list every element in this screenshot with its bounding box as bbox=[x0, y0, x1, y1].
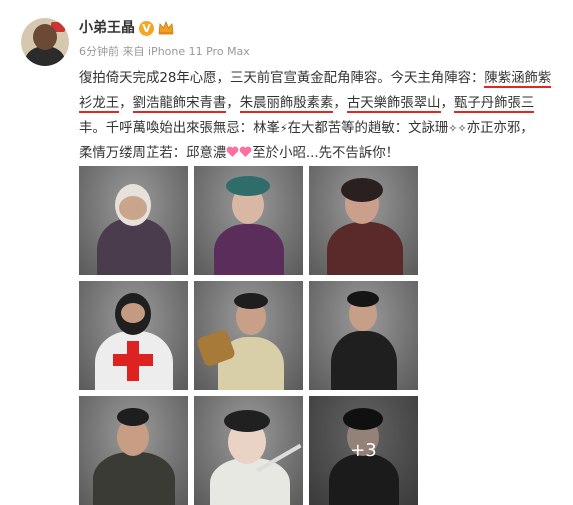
heart-icon bbox=[239, 142, 252, 157]
text-segment: 亦正亦邪， bbox=[466, 121, 534, 136]
post-text: 復拍倚天完成28年心愿，三天前官宣黃金配角陣容。今天主角陣容：陳紫涵飾紫 衫龙王… bbox=[79, 66, 563, 166]
post-meta: 6分钟前 来自 iPhone 11 Pro Max bbox=[79, 45, 250, 59]
verified-badge-icon: V bbox=[139, 20, 154, 36]
underlined-text: 劉浩龍飾宋青書 bbox=[132, 96, 227, 113]
underlined-text: 衫龙王 bbox=[79, 96, 120, 113]
more-photos-count: +3 bbox=[350, 440, 377, 461]
underlined-text: 甄子丹飾張三 bbox=[453, 96, 535, 113]
more-photos-overlay[interactable]: +3 bbox=[309, 396, 418, 505]
text-segment: 在大都苦等的趙敏：文詠珊 bbox=[287, 121, 449, 136]
photo-thumbnail[interactable] bbox=[79, 281, 188, 390]
text-segment: ， bbox=[226, 96, 240, 111]
avatar-head bbox=[33, 24, 57, 50]
text-segment: 丰。千呼萬喚始出來張無忌：林峯 bbox=[79, 121, 280, 136]
underlined-text: 古天樂飾張翠山 bbox=[346, 96, 441, 113]
text-segment: 復拍倚天完成28年心愿，三天前官宣黃金配角陣容。今天主角陣容： bbox=[79, 71, 485, 86]
underlined-text: 朱晨丽飾殷素素 bbox=[239, 96, 334, 113]
crown-icon[interactable] bbox=[158, 21, 174, 35]
text-segment: 至於小昭...先不告訴你！ bbox=[252, 146, 399, 161]
underlined-text: 陳紫涵飾紫 bbox=[484, 71, 552, 88]
author-row: 小弟王晶 V bbox=[79, 19, 174, 37]
heart-icon bbox=[226, 142, 239, 157]
photo-thumbnail[interactable]: +3 bbox=[309, 396, 418, 505]
text-segment: ， bbox=[119, 96, 133, 111]
sparkle-icon: ✧✧ bbox=[448, 122, 467, 135]
photo-grid: +3 bbox=[79, 166, 420, 505]
post-time[interactable]: 6分钟前 bbox=[79, 45, 119, 58]
photo-thumbnail[interactable] bbox=[79, 166, 188, 275]
photo-thumbnail[interactable] bbox=[309, 281, 418, 390]
text-segment: 柔情万缕周芷若：邱意濃 bbox=[79, 146, 227, 161]
text-segment: ， bbox=[333, 96, 347, 111]
text-segment: ， bbox=[440, 96, 454, 111]
photo-thumbnail[interactable] bbox=[194, 281, 303, 390]
sparkle-icon: ⚡ bbox=[279, 122, 288, 135]
photo-thumbnail[interactable] bbox=[79, 396, 188, 505]
source-prefix: 来自 bbox=[122, 45, 145, 58]
photo-thumbnail[interactable] bbox=[194, 396, 303, 505]
avatar[interactable] bbox=[21, 18, 69, 66]
photo-thumbnail[interactable] bbox=[194, 166, 303, 275]
post-source: iPhone 11 Pro Max bbox=[148, 45, 250, 58]
author-name[interactable]: 小弟王晶 bbox=[79, 19, 135, 37]
photo-thumbnail[interactable] bbox=[309, 166, 418, 275]
